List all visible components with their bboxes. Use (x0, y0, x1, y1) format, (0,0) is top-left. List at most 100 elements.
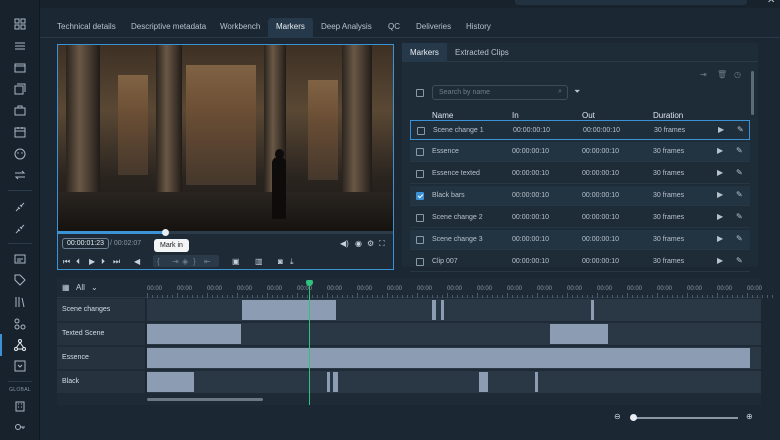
play-marker-icon[interactable]: ▶ (717, 190, 723, 199)
select-all-checkbox[interactable] (416, 89, 424, 97)
marker-row[interactable]: Essence 00:00:00:10 00:00:00:10 30 frames ▶ ✎ (410, 142, 750, 162)
tab-descriptive-metadata[interactable]: Descriptive metadata (123, 18, 214, 38)
monitor-icon[interactable] (12, 358, 28, 374)
plug-icon[interactable] (12, 199, 28, 215)
tab-history[interactable]: History (458, 18, 499, 38)
row-checkbox[interactable] (416, 258, 424, 266)
marker-search-input[interactable]: Search by name ⌕ (432, 85, 568, 100)
track-filter[interactable]: All (76, 283, 85, 293)
marker-clip[interactable] (441, 300, 444, 320)
go-to-in-icon[interactable]: ⇥ (172, 257, 179, 267)
track-name[interactable]: Scene changes (57, 299, 146, 321)
top-search-field[interactable] (515, 0, 747, 5)
play-marker-icon[interactable]: ▶ (717, 256, 723, 265)
timeline-scrollbar[interactable] (147, 398, 263, 401)
play-icon[interactable]: ▶ (89, 257, 95, 267)
edit-icon[interactable]: ✎ (737, 125, 744, 134)
marker-row[interactable]: Clip 007 00:00:00:10 00:00:00:10 30 frames ▶… (410, 252, 750, 272)
edit-icon[interactable]: ✎ (736, 256, 743, 265)
row-checkbox[interactable] (416, 170, 424, 178)
edit-icon[interactable]: ✎ (736, 168, 743, 177)
filter-icon[interactable]: ⏷ (574, 87, 580, 97)
play-marker-icon[interactable]: ▶ (717, 234, 723, 243)
marker-row[interactable]: Black bars 00:00:00:10 00:00:00:10 30 frame… (410, 186, 750, 206)
transfer-icon[interactable] (12, 167, 28, 183)
briefcase-icon[interactable] (12, 102, 28, 118)
zoom-handle[interactable] (630, 414, 637, 421)
marker-clip[interactable] (242, 300, 336, 320)
edit-icon[interactable]: ✎ (736, 234, 743, 243)
tab-markers-list[interactable]: Markers (402, 43, 447, 62)
face-icon[interactable] (12, 146, 28, 162)
marker-clip[interactable] (147, 324, 241, 344)
marker-row[interactable]: Essence texted 00:00:00:10 00:00:00:10 30 f… (410, 164, 750, 184)
timer-icon[interactable]: ◷ (734, 70, 741, 79)
zoom-in-icon[interactable]: ⊕ (746, 412, 753, 422)
workflow-icon[interactable] (12, 337, 28, 353)
volume-icon[interactable]: ◀) (340, 239, 349, 249)
nodes-icon[interactable] (12, 316, 28, 332)
tab-technical-details[interactable]: Technical details (49, 18, 124, 38)
marker-clip[interactable] (591, 300, 594, 320)
list-icon[interactable] (12, 38, 28, 54)
edit-icon[interactable]: ✎ (736, 190, 743, 199)
collections-icon[interactable] (12, 81, 28, 97)
delete-icon[interactable]: 🗑 (717, 70, 727, 79)
tab-markers[interactable]: Markers (268, 18, 313, 38)
playhead[interactable] (306, 280, 313, 405)
col-out[interactable]: Out (582, 111, 595, 120)
marker-row[interactable]: Scene change 1 00:00:00:10 00:00:00:10 30 f… (410, 120, 750, 140)
chevron-down-icon[interactable]: ⌄ (91, 283, 98, 293)
track-lane[interactable] (147, 299, 761, 321)
col-name[interactable]: Name (432, 111, 453, 120)
tab-deep-analysis[interactable]: Deep Analysis (313, 18, 380, 38)
current-timecode[interactable]: 00:00:01:23 (62, 238, 109, 249)
add-marker-icon[interactable]: ◈ (182, 257, 188, 267)
track-name[interactable]: Black (57, 371, 146, 393)
track-lane[interactable] (147, 371, 761, 393)
col-duration[interactable]: Duration (653, 111, 683, 120)
marker-clip[interactable] (147, 348, 750, 368)
grid-icon[interactable]: ▦ (62, 283, 70, 293)
track-lane[interactable] (147, 347, 761, 369)
marker-clip[interactable] (147, 372, 194, 392)
go-to-end-icon[interactable]: ⏭ (113, 257, 120, 267)
dashboard-icon[interactable] (12, 16, 28, 32)
row-checkbox[interactable] (416, 214, 424, 222)
marker-row[interactable]: Scene change 3 00:00:00:10 00:00:00:10 30 f… (410, 230, 750, 250)
row-checkbox[interactable] (416, 192, 424, 200)
zoom-slider[interactable] (632, 417, 738, 419)
library-icon[interactable] (12, 294, 28, 310)
snapshot-icon[interactable]: ◙ (278, 257, 283, 267)
marker-row[interactable]: Scene change 2 00:00:00:10 00:00:00:10 30 f… (410, 208, 750, 228)
row-checkbox[interactable] (416, 236, 424, 244)
play-marker-icon[interactable]: ▶ (717, 212, 723, 221)
tab-extracted-clips[interactable]: Extracted Clips (447, 43, 517, 62)
fullscreen-icon[interactable]: ⛶ (379, 239, 385, 249)
marker-clip[interactable] (550, 324, 608, 344)
step-back-icon[interactable]: ⏴ (76, 257, 80, 267)
calendar-icon[interactable] (12, 124, 28, 140)
marker-clip[interactable] (327, 372, 330, 392)
connector-icon[interactable] (12, 221, 28, 237)
key-icon[interactable] (12, 419, 28, 435)
edit-icon[interactable]: ✎ (736, 212, 743, 221)
filmstrip-icon[interactable]: ▥ (255, 257, 263, 267)
zoom-out-icon[interactable]: ⊖ (614, 412, 621, 422)
col-in[interactable]: In (512, 111, 519, 120)
scrubber-handle[interactable] (162, 229, 170, 236)
building-icon[interactable] (12, 398, 28, 414)
marker-clip[interactable] (432, 300, 436, 320)
mark-out-icon[interactable]: } (193, 257, 196, 267)
row-checkbox[interactable] (416, 148, 424, 156)
track-name[interactable]: Essence (57, 347, 146, 369)
tab-workbench[interactable]: Workbench (212, 18, 268, 38)
marker-clip[interactable] (479, 372, 488, 392)
step-forward-icon[interactable]: ⏵ (101, 257, 105, 267)
audio-tracks-icon[interactable]: ◉ (355, 239, 362, 249)
marker-clip[interactable] (535, 372, 538, 392)
tag-icon[interactable] (12, 272, 28, 288)
go-to-start-icon[interactable]: ⏮ (63, 257, 70, 267)
track-lane[interactable] (147, 323, 761, 345)
download-icon[interactable]: ⤓ (290, 257, 294, 267)
